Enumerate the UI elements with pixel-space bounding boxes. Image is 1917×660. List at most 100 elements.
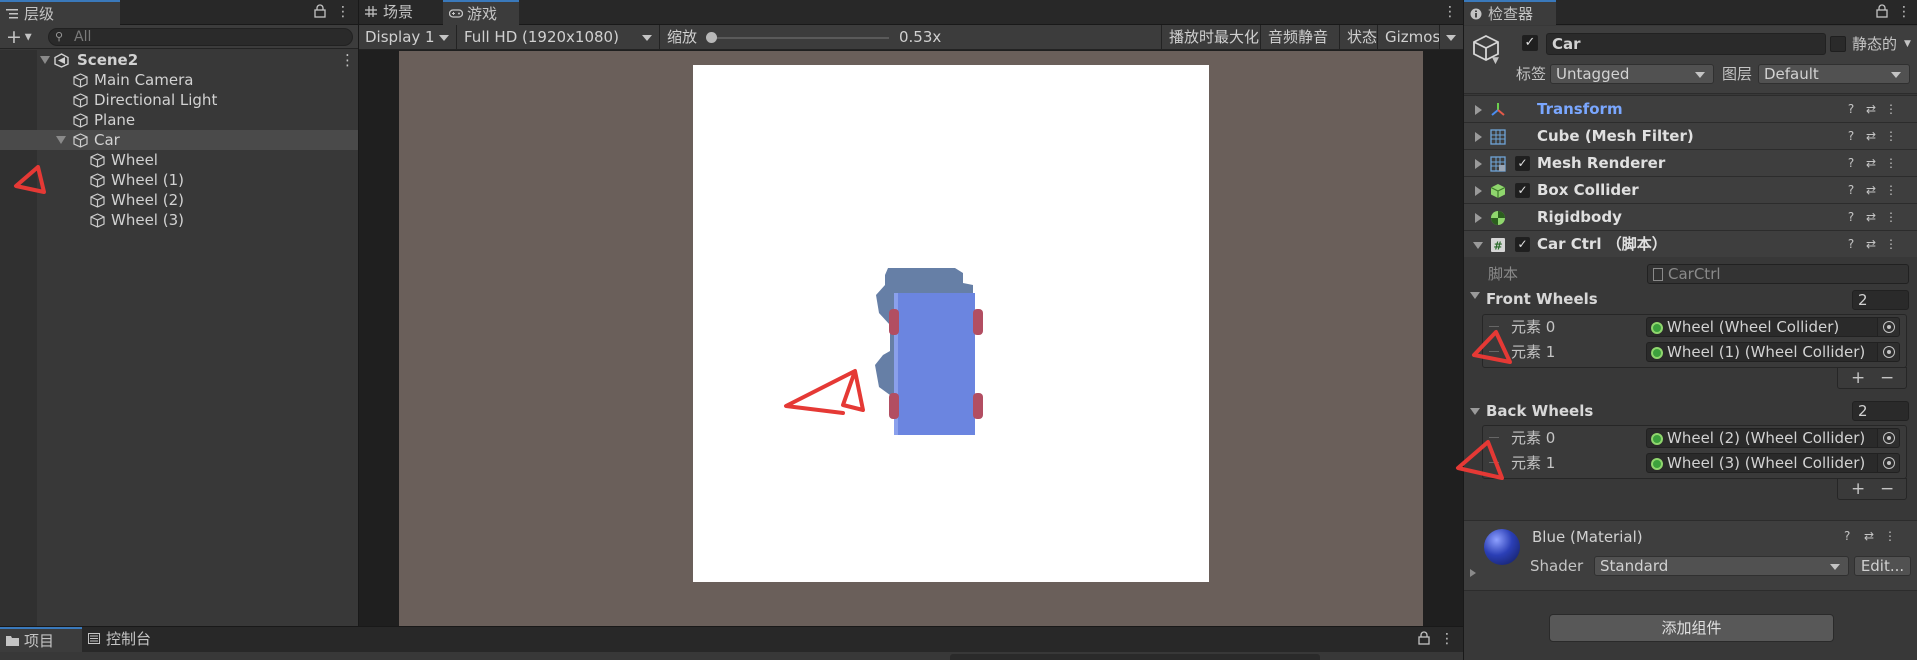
hierarchy-item-directional-light[interactable]: Directional Light [0,90,358,110]
lock-icon[interactable] [1876,4,1890,20]
help-icon[interactable]: ? [1844,102,1858,117]
tab-hierarchy[interactable]: 层级 [0,0,120,25]
tab-project[interactable]: 项目 [0,627,82,652]
shader-dropdown[interactable]: Standard [1594,556,1849,576]
foldout-icon[interactable] [1470,292,1480,299]
component-mesh-filter[interactable]: Cube (Mesh Filter) ? ⇄ ⋮ [1464,122,1917,149]
foldout-icon[interactable] [1475,213,1482,223]
kebab-menu-icon[interactable]: ⋮ [1884,129,1898,144]
resolution-dropdown[interactable]: Full HD (1920x1080) [458,25,658,50]
chevron-down-icon[interactable] [1446,35,1456,41]
foldout-icon[interactable] [1475,186,1482,196]
hierarchy-item-plane[interactable]: Plane [0,110,358,130]
maximize-on-play-toggle[interactable]: 播放时最大化 [1163,25,1265,50]
kebab-menu-icon[interactable]: ⋮ [1884,156,1898,171]
foldout-icon[interactable] [1470,408,1480,415]
kebab-menu-icon[interactable]: ⋮ [1440,631,1454,647]
back-wheel-1-field[interactable]: Wheel (3) (Wheel Collider) [1646,453,1900,473]
foldout-icon[interactable] [1475,105,1482,115]
foldout-icon[interactable] [56,136,66,144]
chevron-down-icon[interactable]: ▼ [1492,56,1499,66]
component-rigidbody[interactable]: Rigidbody ? ⇄ ⋮ [1464,203,1917,230]
preset-icon[interactable]: ⇄ [1864,102,1878,117]
chevron-down-icon[interactable]: ▼ [1904,39,1911,49]
help-icon[interactable]: ? [1844,183,1858,198]
tab-inspector[interactable]: 检查器 [1464,0,1556,25]
remove-element-button[interactable]: − [1880,479,1894,499]
kebab-menu-icon[interactable]: ⋮ [1884,102,1898,117]
back-wheel-0-field[interactable]: Wheel (2) (Wheel Collider) [1646,428,1900,448]
hierarchy-search-input[interactable]: ⚲ All [48,28,353,46]
hierarchy-item-wheel-2[interactable]: Wheel (2) [0,190,358,210]
foldout-icon[interactable] [1475,159,1482,169]
kebab-menu-icon[interactable]: ⋮ [1884,210,1898,225]
back-wheels-size-field[interactable]: 2 [1852,401,1909,421]
hierarchy-item-wheel[interactable]: Wheel [0,150,358,170]
display-dropdown[interactable]: Display 1 [359,25,455,50]
remove-element-button[interactable]: − [1880,368,1894,388]
component-enabled-checkbox[interactable]: ✓ [1515,156,1530,171]
help-icon[interactable]: ? [1844,237,1858,252]
add-element-button[interactable]: + [1851,368,1865,388]
preset-icon[interactable]: ⇄ [1864,529,1874,543]
object-picker-icon[interactable] [1877,429,1899,447]
preset-icon[interactable]: ⇄ [1864,156,1878,171]
kebab-menu-icon[interactable]: ⋮ [336,4,350,20]
object-picker-icon[interactable] [1877,343,1899,361]
component-car-ctrl[interactable]: # ✓ Car Ctrl （脚本） ? ⇄ ⋮ [1464,230,1917,257]
tag-dropdown[interactable]: Untagged [1550,64,1714,84]
scale-slider-thumb[interactable] [706,32,717,43]
scene-row[interactable]: Scene2 ⋮ [0,50,358,70]
layer-dropdown[interactable]: Default [1758,64,1910,84]
scale-slider-track[interactable] [709,37,889,39]
kebab-menu-icon[interactable]: ⋮ [1884,237,1898,252]
game-viewport[interactable] [399,51,1423,626]
preset-icon[interactable]: ⇄ [1864,237,1878,252]
front-wheel-0-field[interactable]: Wheel (Wheel Collider) [1646,317,1900,337]
foldout-icon[interactable] [1470,569,1476,577]
hierarchy-item-wheel-3[interactable]: Wheel (3) [0,210,358,230]
object-name-field[interactable]: Car [1546,33,1826,55]
project-search-input[interactable] [950,654,1320,660]
help-icon[interactable]: ? [1844,529,1850,543]
preset-icon[interactable]: ⇄ [1864,129,1878,144]
help-icon[interactable]: ? [1844,156,1858,171]
component-enabled-checkbox[interactable]: ✓ [1515,183,1530,198]
component-box-collider[interactable]: ✓ Box Collider ? ⇄ ⋮ [1464,176,1917,203]
kebab-menu-icon[interactable]: ⋮ [1884,183,1898,198]
tab-scene[interactable]: 场景 [359,0,443,25]
add-component-button[interactable]: 添加组件 [1549,614,1834,642]
kebab-menu-icon[interactable]: ⋮ [340,50,355,70]
object-picker-icon[interactable] [1877,454,1899,472]
kebab-menu-icon[interactable]: ⋮ [1884,529,1896,543]
add-element-button[interactable]: + [1851,479,1865,499]
edit-shader-button[interactable]: Edit... [1854,556,1911,576]
preset-icon[interactable]: ⇄ [1864,183,1878,198]
component-enabled-checkbox[interactable]: ✓ [1515,237,1530,252]
foldout-icon[interactable] [40,56,50,64]
hierarchy-item-car[interactable]: Car [0,130,358,150]
active-checkbox[interactable]: ✓ [1522,35,1538,51]
front-wheel-1-field[interactable]: Wheel (1) (Wheel Collider) [1646,342,1900,362]
foldout-icon[interactable] [1475,132,1482,142]
kebab-menu-icon[interactable]: ⋮ [1897,4,1911,20]
help-icon[interactable]: ? [1844,210,1858,225]
help-icon[interactable]: ? [1844,129,1858,144]
hierarchy-item-main-camera[interactable]: Main Camera [0,70,358,90]
component-transform[interactable]: Transform ? ⇄ ⋮ [1464,95,1917,122]
preset-icon[interactable]: ⇄ [1864,210,1878,225]
tab-game[interactable]: 游戏 [443,0,519,25]
kebab-menu-icon[interactable]: ⋮ [1443,4,1457,20]
object-picker-icon[interactable] [1877,318,1899,336]
hierarchy-item-wheel-1[interactable]: Wheel (1) [0,170,358,190]
mute-audio-toggle[interactable]: 音频静音 [1262,25,1334,50]
static-checkbox[interactable] [1830,36,1846,52]
front-wheels-size-field[interactable]: 2 [1852,290,1909,310]
add-object-button[interactable]: + ▼ [6,25,32,50]
component-mesh-renderer[interactable]: ✓ Mesh Renderer ? ⇄ ⋮ [1464,149,1917,176]
lock-icon[interactable] [1418,631,1432,647]
lock-icon[interactable] [314,4,328,20]
tab-console[interactable]: 控制台 [82,627,182,652]
gizmos-toggle[interactable]: Gizmos [1379,25,1446,50]
foldout-icon[interactable] [1473,242,1483,249]
